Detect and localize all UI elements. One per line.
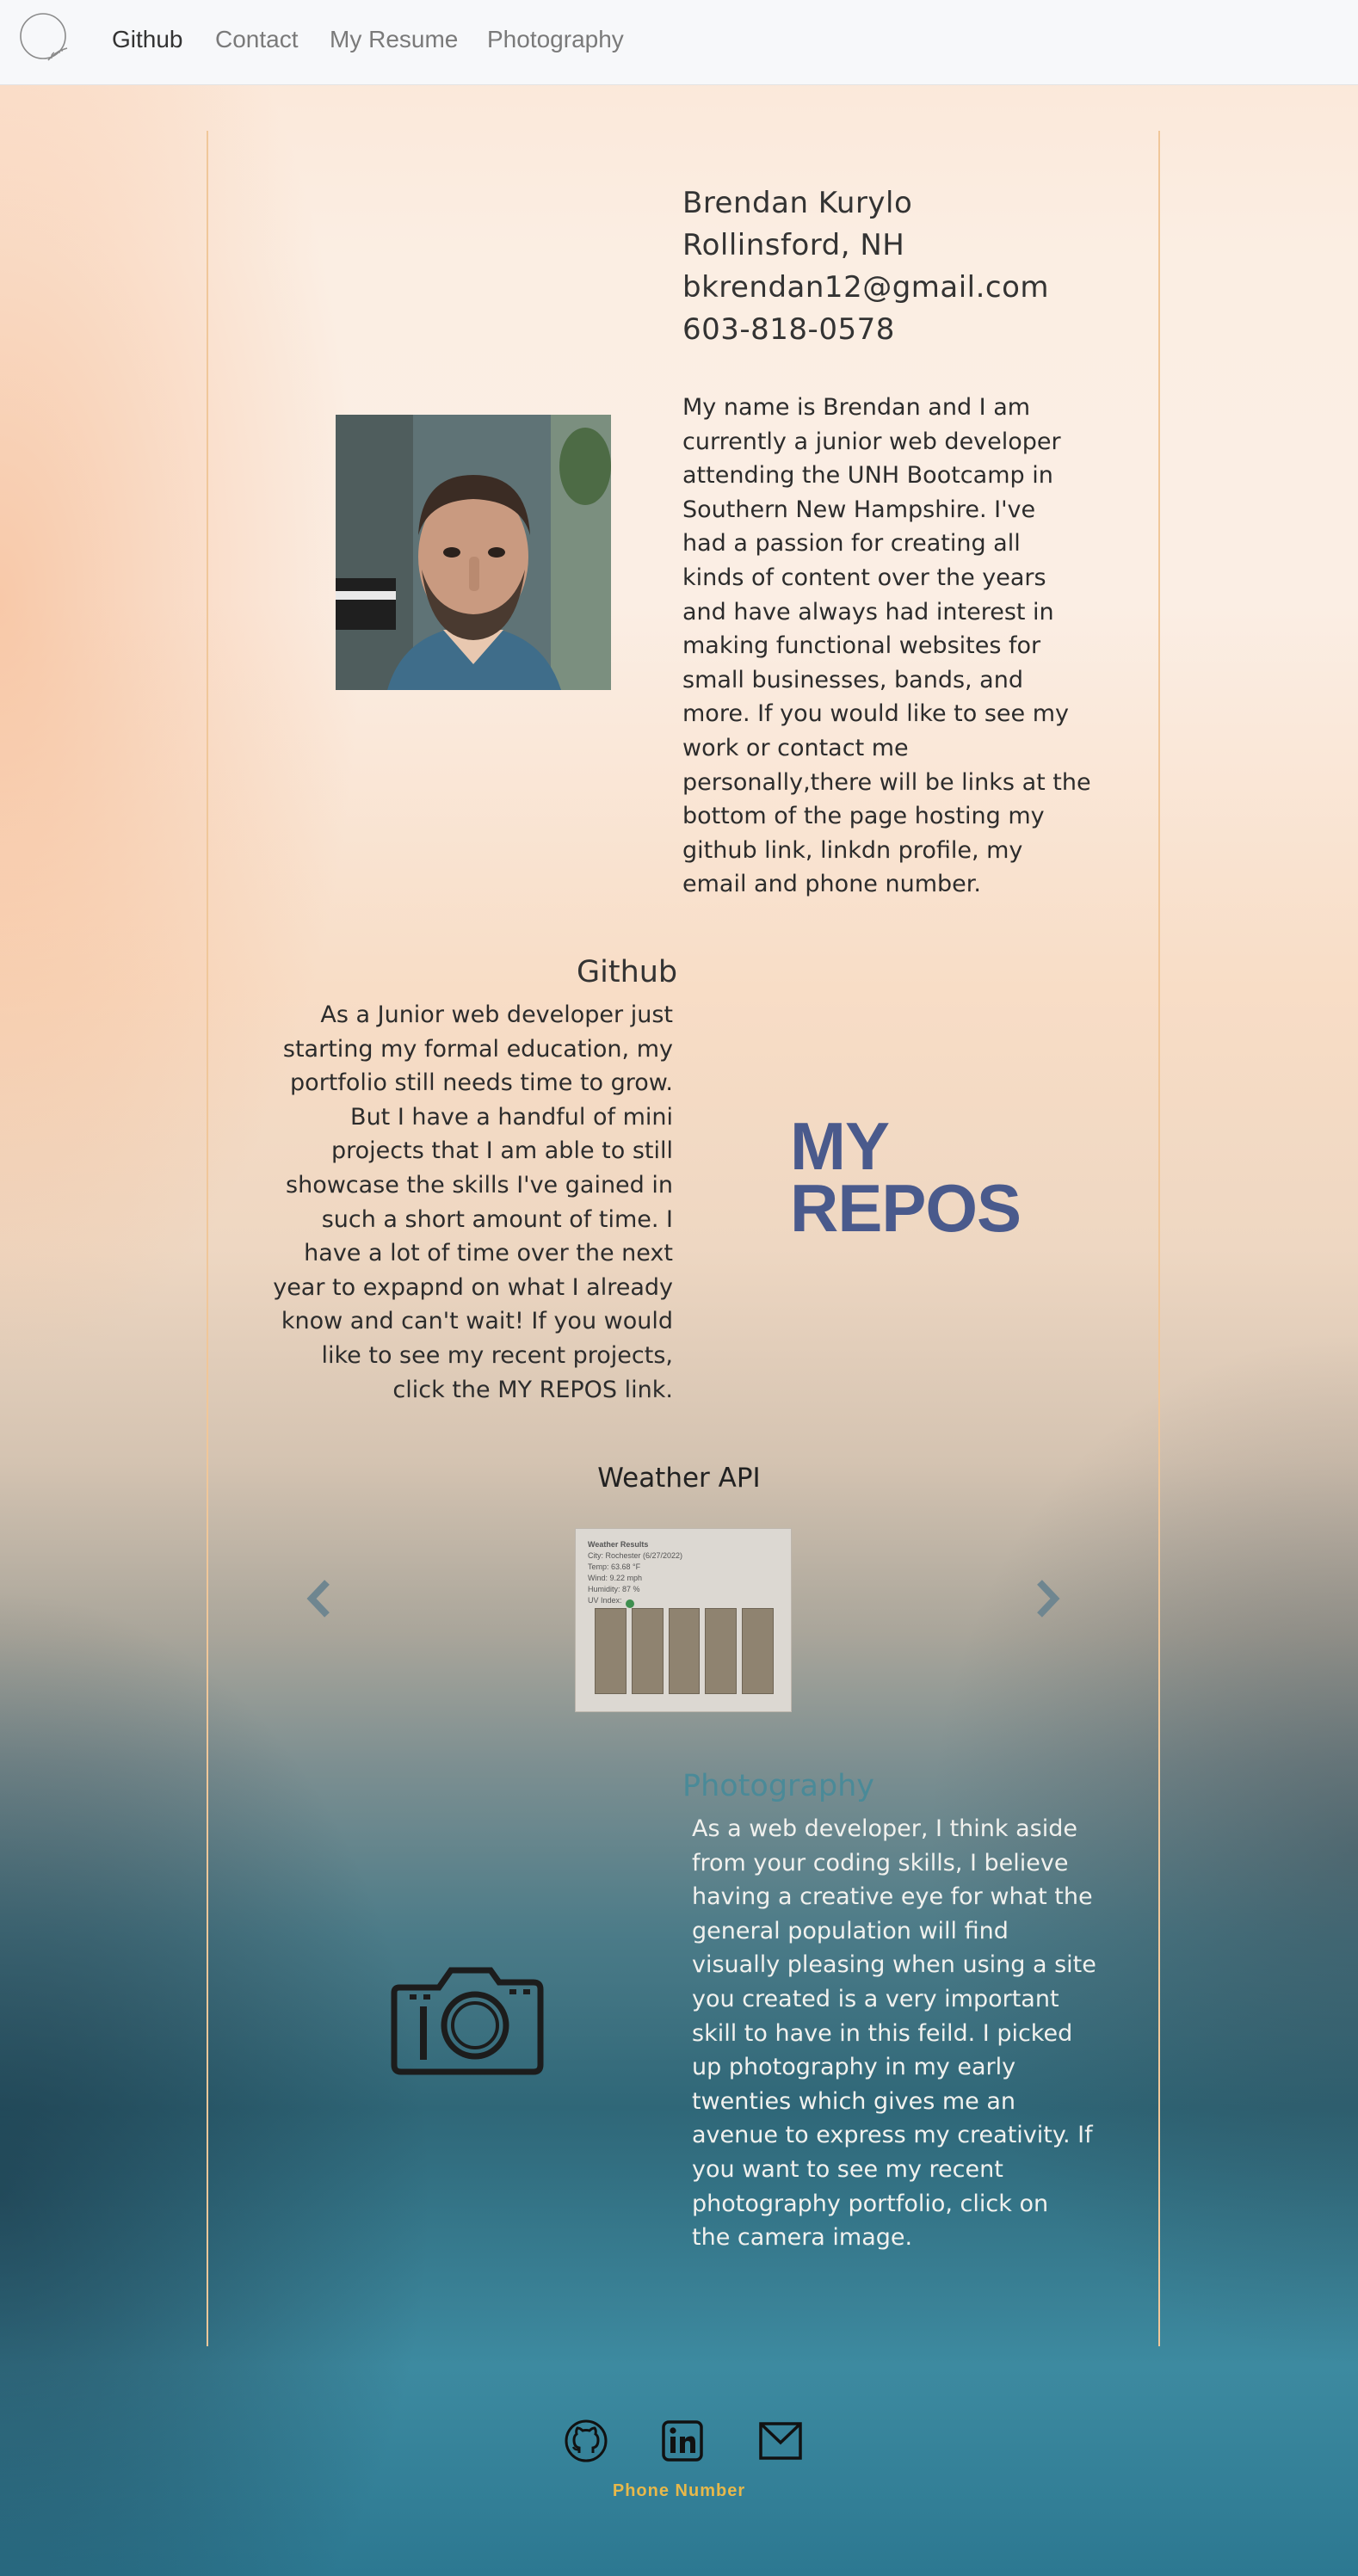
slide-line: Wind: 9.22 mph bbox=[588, 1574, 643, 1582]
github-text: As a Junior web developer just starting … bbox=[243, 998, 673, 1407]
photography-title: Photography bbox=[682, 1769, 875, 1803]
slide-line: Humidity: 87 % bbox=[588, 1585, 640, 1593]
page-background bbox=[0, 0, 1358, 2576]
bio-line: work or contact me bbox=[682, 734, 909, 761]
logo-icon[interactable] bbox=[17, 10, 72, 65]
bio-line: currently a junior web developer bbox=[682, 428, 1061, 455]
carousel-slide-image[interactable]: Weather Results City: Rochester (6/27/20… bbox=[575, 1528, 792, 1712]
bio-line: small businesses, bands, and bbox=[682, 666, 1023, 693]
github-line: portfolio still needs time to grow. bbox=[290, 1069, 673, 1097]
bio-line: making functional websites for bbox=[682, 632, 1041, 660]
column-border-right bbox=[1158, 131, 1160, 2346]
profile-photo bbox=[336, 415, 611, 690]
bio-line: email and phone number. bbox=[682, 871, 981, 898]
profile-location: Rollinsford, NH bbox=[682, 228, 905, 262]
bio-line: had a passion for creating all bbox=[682, 530, 1021, 558]
github-line: starting my formal education, my bbox=[282, 1035, 673, 1063]
nav-my-resume[interactable]: My Resume bbox=[330, 26, 458, 53]
github-title: Github bbox=[577, 955, 678, 989]
photo-line: having a creative eye for what the bbox=[692, 1883, 1093, 1911]
photo-line: visually pleasing when using a site bbox=[692, 1951, 1096, 1979]
github-line: year to expapnd on what I already bbox=[273, 1273, 673, 1301]
linkedin-icon[interactable] bbox=[660, 2419, 705, 2463]
profile-email: bkrendan12@gmail.com bbox=[682, 270, 1050, 305]
github-line: projects that I am able to still bbox=[331, 1137, 673, 1165]
github-line: have a lot of time over the next bbox=[304, 1240, 673, 1267]
bio-line: My name is Brendan and I am bbox=[682, 394, 1031, 421]
bio-line: bottom of the page hosting my bbox=[682, 803, 1045, 830]
photo-line: the camera image. bbox=[692, 2224, 913, 2252]
repos-line-1: MY bbox=[790, 1108, 890, 1184]
camera-icon[interactable] bbox=[389, 1960, 546, 2077]
bio-line: personally,there will be links at the bbox=[682, 768, 1091, 796]
forecast-card bbox=[668, 1608, 701, 1694]
photo-line: you created is a very important bbox=[692, 1985, 1059, 2012]
github-line: such a short amount of time. I bbox=[321, 1205, 673, 1233]
bio-line: kinds of content over the years bbox=[682, 564, 1046, 591]
forecast-card bbox=[742, 1608, 774, 1694]
forecast-card bbox=[705, 1608, 738, 1694]
github-line: click the MY REPOS link. bbox=[392, 1376, 673, 1403]
profile-phone: 603-818-0578 bbox=[682, 312, 895, 347]
column-border-left bbox=[207, 131, 208, 2346]
chevron-left-icon[interactable] bbox=[301, 1577, 336, 1620]
github-line: like to see my recent projects, bbox=[321, 1341, 673, 1369]
bio-line: github link, linkdn profile, my bbox=[682, 836, 1023, 864]
phone-number-link[interactable]: Phone Number bbox=[0, 2481, 1358, 2501]
bio-text: My name is Brendan and I am currently a … bbox=[682, 391, 1130, 902]
photo-line: general population will find bbox=[692, 1917, 1009, 1944]
photo-line: you want to see my recent bbox=[692, 2155, 1003, 2183]
bio-line: more. If you would like to see my bbox=[682, 700, 1069, 728]
photo-line: twenties which gives me an bbox=[692, 2087, 1016, 2115]
github-line: know and can't wait! If you would bbox=[281, 1308, 673, 1335]
bio-line: attending the UNH Bootcamp in bbox=[682, 462, 1053, 490]
slide-line: Temp: 63.68 °F bbox=[588, 1562, 641, 1571]
slide-line: City: Rochester (6/27/2022) bbox=[588, 1551, 683, 1560]
carousel-title: Weather API bbox=[597, 1463, 761, 1494]
github-line: But I have a handful of mini bbox=[350, 1103, 673, 1131]
forecast-cards bbox=[595, 1608, 774, 1694]
profile-name: Brendan Kurylo bbox=[682, 186, 913, 220]
bio-line: Southern New Hampshire. I've bbox=[682, 496, 1036, 523]
github-icon[interactable] bbox=[564, 2419, 608, 2463]
forecast-card bbox=[631, 1608, 664, 1694]
photo-line: from your coding skills, I believe bbox=[692, 1849, 1069, 1877]
forecast-card bbox=[595, 1608, 627, 1694]
photo-line: skill to have in this feild. I picked bbox=[692, 2019, 1073, 2047]
photo-line: photography portfolio, click on bbox=[692, 2190, 1049, 2217]
slide-heading: Weather Results bbox=[588, 1540, 649, 1549]
bio-line: and have always had interest in bbox=[682, 598, 1054, 626]
nav-contact[interactable]: Contact bbox=[215, 26, 299, 53]
github-line: showcase the skills I've gained in bbox=[286, 1171, 673, 1199]
nav-github[interactable]: Github bbox=[112, 26, 183, 53]
slide-line: UV Index: bbox=[588, 1596, 622, 1605]
repos-line-2: REPOS bbox=[790, 1170, 1022, 1246]
chevron-right-icon[interactable] bbox=[1031, 1577, 1065, 1620]
photo-line: avenue to express my creativity. If bbox=[692, 2122, 1093, 2149]
mail-icon[interactable] bbox=[758, 2419, 803, 2463]
photography-text: As a web developer, I think aside from y… bbox=[692, 1812, 1139, 2255]
navbar: Github Contact My Resume Photography bbox=[0, 0, 1358, 85]
photo-line: As a web developer, I think aside bbox=[692, 1815, 1077, 1842]
github-line: As a Junior web developer just bbox=[320, 1001, 673, 1028]
my-repos-link[interactable]: MY REPOS bbox=[790, 1108, 1022, 1246]
photo-line: up photography in my early bbox=[692, 2054, 1016, 2081]
uv-dot bbox=[626, 1599, 634, 1608]
nav-photography[interactable]: Photography bbox=[487, 26, 624, 53]
